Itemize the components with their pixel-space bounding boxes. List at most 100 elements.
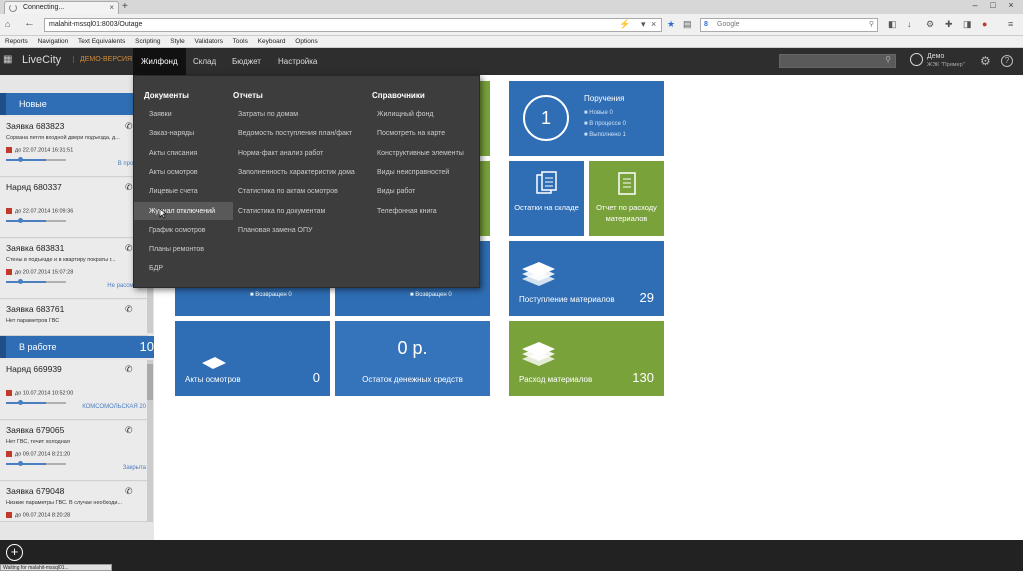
- ext-icon-2[interactable]: ◨: [963, 19, 972, 30]
- list-item[interactable]: Наряд 680337 ✆ до 22.07.2014 16:09:36: [0, 178, 148, 238]
- tile-stock[interactable]: Остатки на складе: [509, 161, 584, 236]
- bookmark-navigation[interactable]: Navigation: [38, 38, 69, 45]
- nav-budget[interactable]: Бюджет: [224, 48, 269, 75]
- menu-item-house-characteristics[interactable]: Заполненность характеристик дома: [238, 169, 355, 176]
- menu-item-opu-replacement[interactable]: Плановая замена ОПУ: [238, 227, 312, 234]
- tile-cash[interactable]: 0 р. Остаток денежных средств: [335, 321, 490, 396]
- nav-sklad[interactable]: Склад: [185, 48, 224, 75]
- maximize-icon[interactable]: □: [986, 0, 1000, 10]
- adblock-icon[interactable]: ●: [982, 19, 987, 29]
- menu-item-norm-fact[interactable]: Норма-факт анализ работ: [238, 150, 323, 157]
- menu-item-housing-stock[interactable]: Жилищный фонд: [377, 111, 433, 118]
- list-item[interactable]: Заявка 683761 ✆ Нет параметров ГВС: [0, 300, 148, 336]
- lightning-icon[interactable]: ⚡: [619, 19, 630, 30]
- list-item[interactable]: Заявка 679065 ✆ Нет ГВС, течит холодная …: [0, 421, 148, 481]
- paper-stack-icon: [522, 342, 555, 366]
- collapse-icon[interactable]: [0, 93, 6, 115]
- star-icon[interactable]: ★: [667, 19, 675, 30]
- phone-icon[interactable]: ✆: [125, 243, 133, 254]
- browser-status: Waiting for malahit-mssql01...: [0, 564, 112, 571]
- browser-tab[interactable]: Connecting... ×: [4, 1, 119, 14]
- menu-item-writeoff-acts[interactable]: Акты списания: [149, 150, 197, 157]
- back-icon[interactable]: ←: [24, 17, 35, 29]
- bookmark-validators[interactable]: Validators: [195, 38, 223, 45]
- menu-item-inspection-schedule[interactable]: График осмотров: [149, 227, 206, 234]
- bookmark-tools[interactable]: Tools: [233, 38, 248, 45]
- list-item[interactable]: Заявка 683831 ✆ Стены в подъезде и в ква…: [0, 239, 148, 299]
- tile-income[interactable]: Поступление материалов 29: [509, 241, 664, 316]
- add-icon[interactable]: +: [6, 544, 23, 561]
- progress-track: [6, 461, 46, 466]
- menu-item-receipt-statement[interactable]: Ведомость поступления план/факт: [238, 130, 352, 137]
- nav-zhilfond[interactable]: Жилфонд: [133, 48, 186, 75]
- browser-search-input[interactable]: 8 Google ⚲: [700, 18, 878, 32]
- section-new[interactable]: Новые 1: [0, 93, 154, 115]
- phone-icon[interactable]: ✆: [125, 304, 133, 315]
- menu-item-work-types[interactable]: Виды работ: [377, 188, 415, 195]
- ext-gear-icon[interactable]: ⚙: [926, 19, 934, 30]
- phone-icon[interactable]: ✆: [125, 364, 133, 375]
- app-search-input[interactable]: ⚲: [779, 54, 896, 68]
- list-item[interactable]: Наряд 669939 ✆ до 10.07.2014 10:52:00 КО…: [0, 360, 148, 420]
- bookmark-style[interactable]: Style: [170, 38, 184, 45]
- list-item[interactable]: Заявка 683823 ✆ Сорвана петля входной дв…: [0, 117, 148, 177]
- download-icon[interactable]: ↓: [907, 19, 912, 29]
- menu-item-document-stats[interactable]: Статистика по документам: [238, 208, 325, 215]
- menu-item-personal-accounts[interactable]: Лицевые счета: [149, 188, 198, 195]
- phone-icon[interactable]: ✆: [125, 182, 133, 193]
- bookmark-scripting[interactable]: Scripting: [135, 38, 160, 45]
- url-bar[interactable]: malahit-mssql01:8003/Outage: [44, 18, 662, 32]
- nav-settings[interactable]: Настройка: [270, 48, 325, 75]
- menu-item-inspection-acts[interactable]: Акты осмотров: [149, 169, 198, 176]
- stock-label: Остатки на складе: [514, 203, 579, 212]
- app-brand[interactable]: LiveCity: [22, 54, 61, 66]
- menu-item-structural-elements[interactable]: Конструктивные элементы: [377, 150, 464, 157]
- bookmark-text-equivalents[interactable]: Text Equivalents: [78, 38, 125, 45]
- search-icon[interactable]: ⚲: [869, 19, 874, 31]
- collapse-icon[interactable]: [0, 336, 6, 358]
- bookmark-options[interactable]: Options: [295, 38, 317, 45]
- menu-item-inspection-stats[interactable]: Статистика по актам осмотров: [238, 188, 338, 195]
- puzzle-icon[interactable]: ✚: [945, 19, 953, 30]
- phone-icon[interactable]: ✆: [125, 486, 133, 497]
- tile-inspections[interactable]: Акты осмотров 0: [175, 321, 330, 396]
- bookmark-reports[interactable]: Reports: [5, 38, 28, 45]
- bookmark-list-icon[interactable]: ▤: [683, 19, 692, 30]
- tile-consumption[interactable]: Расход материалов 130: [509, 321, 664, 396]
- home-icon[interactable]: ⌂: [5, 19, 10, 29]
- bookmark-keyboard[interactable]: Keyboard: [258, 38, 286, 45]
- ext-icon-1[interactable]: ◧: [888, 19, 897, 30]
- tile-expense-report[interactable]: Отчет по расходу материалов: [589, 161, 664, 236]
- close-window-icon[interactable]: ×: [1004, 0, 1018, 10]
- list-item[interactable]: Заявка 679048 ✆ Низкие параметры ГВС. В …: [0, 482, 148, 522]
- menu-item-work-orders[interactable]: Заказ-наряды: [149, 130, 194, 137]
- tile-assignments[interactable]: 1 Поручения ■ Новые 0 ■ В процессе 0 ■ В…: [509, 81, 664, 156]
- menu-item-phone-book[interactable]: Телефонная книга: [377, 208, 437, 215]
- menu-icon[interactable]: ≡: [1008, 19, 1013, 29]
- menu-item-bdr[interactable]: БДР: [149, 265, 163, 272]
- menu-item-costs-by-house[interactable]: Затраты по домам: [238, 111, 298, 118]
- progress-rest: [46, 463, 66, 465]
- phone-icon[interactable]: ✆: [125, 121, 133, 132]
- stop-icon[interactable]: ×: [651, 19, 656, 29]
- item-status: Закрыта: [122, 465, 146, 471]
- minimize-icon[interactable]: –: [968, 0, 982, 10]
- close-tab-icon[interactable]: ×: [109, 2, 114, 14]
- dropdown-arrow-icon[interactable]: ▾: [641, 19, 646, 30]
- avatar-icon: [910, 53, 923, 66]
- new-tab-icon[interactable]: +: [122, 1, 128, 12]
- menu-col-documents-title: Документы: [144, 91, 189, 100]
- phone-icon[interactable]: ✆: [125, 425, 133, 436]
- section-work[interactable]: В работе 10: [0, 336, 154, 358]
- tile-partial-green-1[interactable]: [479, 81, 490, 156]
- menu-item-view-map[interactable]: Посмотреть на карте: [377, 130, 445, 137]
- section-work-count: 10: [139, 339, 154, 354]
- menu-item-requests[interactable]: Заявки: [149, 111, 172, 118]
- settings-gear-icon[interactable]: ⚙: [980, 54, 991, 68]
- item-id: Заявка 679065: [6, 425, 65, 435]
- menu-item-repair-plans[interactable]: Планы ремонтов: [149, 246, 204, 253]
- tile-partial-green-2[interactable]: [479, 161, 490, 236]
- scrollbar-thumb[interactable]: [147, 364, 153, 400]
- help-icon[interactable]: ?: [1001, 55, 1013, 67]
- menu-item-fault-types[interactable]: Виды неисправностей: [377, 169, 449, 176]
